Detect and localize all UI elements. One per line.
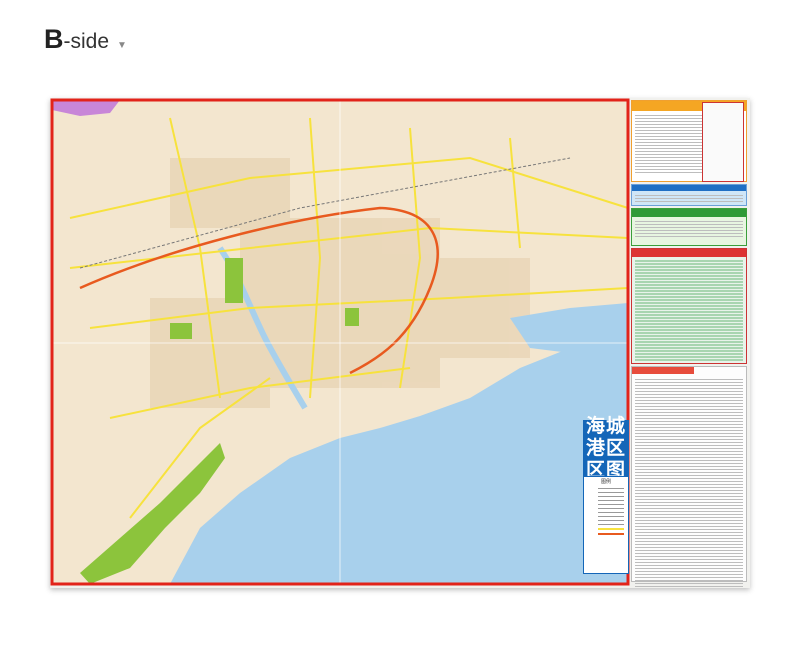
legend-title: 图例 [600,479,611,485]
map-title: 海城 港区 区图 [583,415,629,481]
side-label: -side [63,30,110,53]
page-header: B -side ▼ [44,24,127,60]
bus-route-table [631,248,747,364]
map-legend: 图例 [583,476,629,574]
title-row-2: 港区 [585,437,626,459]
title-row-1: 海城 [585,415,626,437]
bus-lines-text-panel [631,366,747,587]
hotel-index-panel [631,208,747,246]
info-panel-blue [631,184,747,206]
park-block [225,258,243,303]
side-letter: B [44,24,64,54]
dropdown-arrow-icon[interactable]: ▼ [117,40,127,51]
street-index-panel [631,100,747,182]
map-sheet: 海城 港区 区图 图例 [50,98,750,588]
